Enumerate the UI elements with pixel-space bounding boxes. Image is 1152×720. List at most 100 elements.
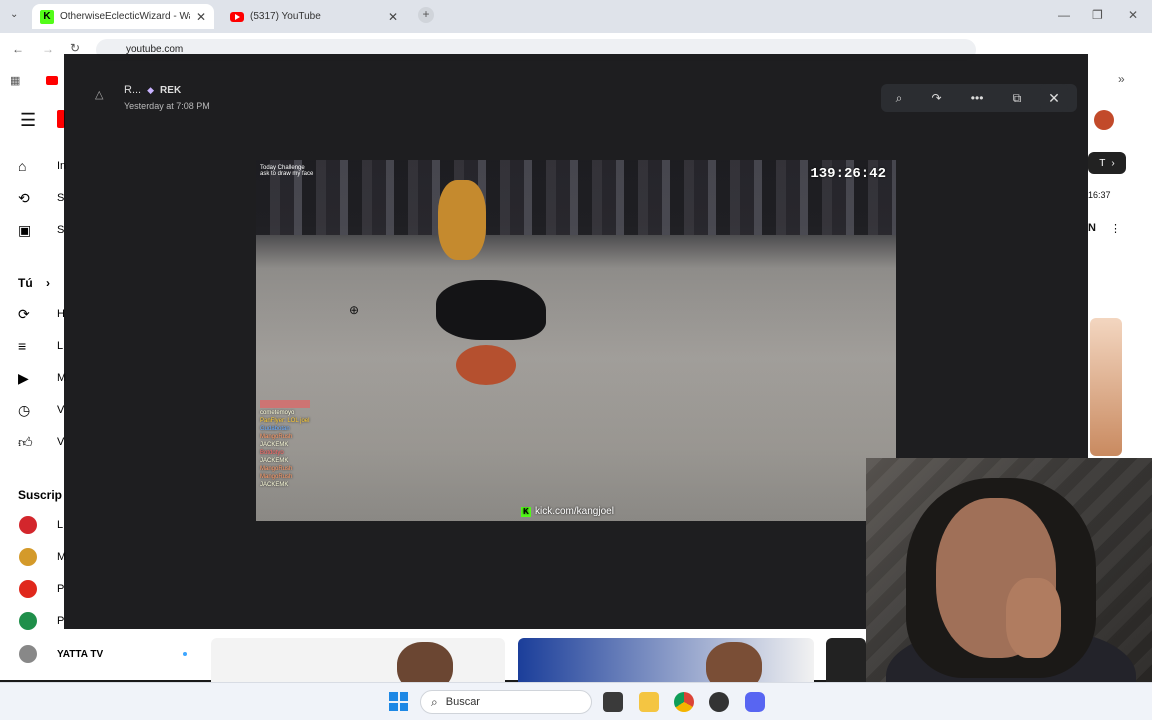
webcam-overlay xyxy=(866,458,1152,720)
tab-youtube[interactable]: (5317) YouTube ✕ xyxy=(222,4,406,29)
close-tab-icon[interactable]: ✕ xyxy=(196,10,206,24)
thumbnail-face xyxy=(397,642,453,682)
you-label: Tú xyxy=(18,276,33,290)
tab-search-chevron-icon[interactable]: ⌄ xyxy=(10,9,18,20)
video-thumbnail[interactable] xyxy=(518,638,814,682)
zoom-cursor-icon: ⊕ xyxy=(349,303,360,317)
subscription-item[interactable]: M xyxy=(19,548,66,566)
emote-row xyxy=(260,400,310,408)
sidebar-label: L xyxy=(57,340,64,352)
chat-line: MangoRush xyxy=(260,474,293,480)
avatar xyxy=(19,580,37,598)
chat-line: MangoRush xyxy=(260,466,293,472)
avatar xyxy=(19,612,37,630)
video-thumbnail[interactable] xyxy=(826,638,866,682)
windows-start-icon[interactable] xyxy=(389,692,408,711)
badge-gem-icon: ◆ xyxy=(147,84,155,95)
subscription-label: L xyxy=(57,519,64,531)
open-external-icon[interactable]: ⧉ xyxy=(1013,91,1022,106)
sidebar-you[interactable]: Tú › xyxy=(18,276,50,290)
duration: 16:37 xyxy=(1088,190,1111,200)
chat-line: JACKEMK xyxy=(260,482,289,488)
floor xyxy=(256,290,896,521)
stream-caption: Today Challenge ask to draw my face xyxy=(260,165,313,177)
menu-icon[interactable]: ☰ xyxy=(20,110,36,131)
more-dots-icon[interactable]: ••• xyxy=(971,91,984,105)
taskbar-search[interactable]: ⌕ Buscar xyxy=(420,690,592,714)
shorts-icon: ⟲ xyxy=(18,190,30,206)
subscription-label: YATTA TV xyxy=(57,648,104,660)
title-fragment: N xyxy=(1088,222,1096,234)
sidebar-item-history[interactable]: ⟳ H xyxy=(18,306,65,324)
chrome-icon[interactable] xyxy=(674,692,694,712)
close-tab-icon[interactable]: ✕ xyxy=(388,10,398,24)
video-thumbnail[interactable] xyxy=(1090,318,1122,456)
stream-url: kick.com/kangjoel xyxy=(535,506,614,517)
chevron-right-icon: › xyxy=(1111,157,1115,169)
reload-icon[interactable]: ↻ xyxy=(70,41,80,55)
chat-line: JACKEMK xyxy=(260,458,289,464)
video-thumbnail[interactable] xyxy=(211,638,505,682)
apps-grid-icon[interactable]: ▦ xyxy=(10,74,20,87)
mascot-costume xyxy=(438,180,486,260)
close-window-icon[interactable]: ✕ xyxy=(1128,8,1138,22)
chat-line: PanFlyer: LOL joel xyxy=(260,418,310,424)
message-author[interactable]: R... ◆ REK xyxy=(124,84,181,96)
taskbar: ⌕ Buscar xyxy=(0,682,1152,720)
person-lying xyxy=(436,280,546,340)
avatar xyxy=(19,516,37,534)
task-view-icon[interactable] xyxy=(603,692,623,712)
live-dot xyxy=(183,652,188,656)
chip-label: T xyxy=(1099,157,1106,169)
zoom-icon[interactable]: ⌕ xyxy=(896,91,903,106)
discord-icon[interactable] xyxy=(745,692,765,712)
your-videos-icon: ▶ xyxy=(18,370,29,386)
sidebar-item-liked[interactable]: 👍︎ V xyxy=(18,434,64,452)
chat-line: Botdotyo xyxy=(260,450,284,456)
avatar xyxy=(19,645,37,663)
file-explorer-icon[interactable] xyxy=(639,692,659,712)
kebab-menu-icon[interactable]: ⋮ xyxy=(1110,222,1121,235)
minimize-icon[interactable]: — xyxy=(1058,8,1070,22)
youtube-bookmark-icon[interactable] xyxy=(46,76,58,85)
subscription-item[interactable]: YATTA TV xyxy=(19,645,188,663)
stream-chat-overlay: cometemoyo PanFlyer: LOL joel Gudabotan … xyxy=(260,400,310,488)
app-icon[interactable] xyxy=(709,692,729,712)
user-avatar[interactable] xyxy=(1094,110,1114,130)
new-tab-button[interactable]: + xyxy=(418,7,434,23)
subscription-item[interactable]: P xyxy=(19,580,64,598)
watch-later-icon: ◷ xyxy=(18,402,31,418)
tab-label: OtherwiseEclecticWizard - Watc xyxy=(60,11,190,22)
back-icon[interactable]: ← xyxy=(12,42,24,56)
subscription-item[interactable]: L xyxy=(19,516,63,534)
person-red-hair xyxy=(456,345,516,385)
close-viewer-button[interactable]: ✕ xyxy=(1040,84,1068,112)
tab-kick[interactable]: K OtherwiseEclecticWizard - Watc ✕ xyxy=(32,4,214,29)
sidebar-item-playlists[interactable]: ≡ L xyxy=(18,338,63,356)
subscription-item[interactable]: P xyxy=(19,612,64,630)
crowd-background xyxy=(256,160,896,235)
maximize-icon[interactable]: ❐ xyxy=(1092,8,1103,22)
more-bookmarks-icon[interactable]: » xyxy=(1118,72,1125,86)
tab-label: (5317) YouTube xyxy=(250,11,321,22)
sidebar-item-watch-later[interactable]: ◷ V xyxy=(18,402,64,420)
sidebar-item-your-videos[interactable]: ▶ M xyxy=(18,370,66,388)
hand xyxy=(1006,578,1061,658)
chip-t[interactable]: T › xyxy=(1088,152,1126,174)
chat-line: MangoRush xyxy=(260,434,293,440)
chat-line: Gudabotan xyxy=(260,426,290,432)
sidebar-item-home[interactable]: ⌂ In xyxy=(18,158,66,176)
liked-icon: 👍︎ xyxy=(18,434,33,450)
forward-icon[interactable]: ↷ xyxy=(932,91,942,105)
search-icon: ⌕ xyxy=(431,694,438,709)
thumbnail-face xyxy=(706,642,762,682)
forward-icon[interactable]: → xyxy=(42,42,54,56)
history-icon: ⟳ xyxy=(18,306,30,322)
sidebar-item-subscriptions[interactable]: ▣ S xyxy=(18,222,64,240)
author-name: R... xyxy=(124,84,142,96)
stream-screenshot-image[interactable]: Today Challenge ask to draw my face 139:… xyxy=(256,160,896,521)
avatar xyxy=(19,548,37,566)
chevron-right-icon: › xyxy=(46,276,51,290)
sidebar-item-shorts[interactable]: ⟲ S xyxy=(18,190,64,208)
subscriptions-heading: Suscrip xyxy=(18,488,63,502)
